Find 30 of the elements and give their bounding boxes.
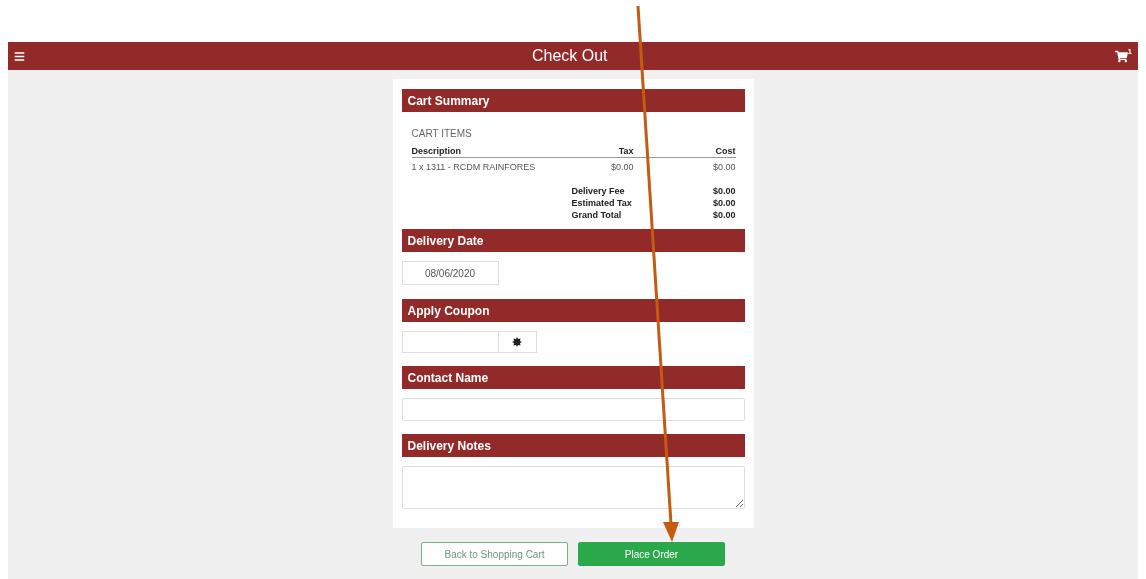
notes-field[interactable] (401, 466, 745, 509)
cart-icon[interactable] (1114, 49, 1128, 63)
starburst-icon (512, 337, 522, 347)
back-button[interactable]: Back to Shopping Cart (421, 542, 568, 566)
page-title: Check Out (531, 47, 608, 65)
place-order-button[interactable]: Place Order (578, 542, 725, 566)
total-value: $0.00 (711, 210, 736, 220)
total-label: Grand Total (571, 210, 623, 220)
section-heading: Contact Name (401, 366, 745, 389)
column-header: Description (411, 146, 574, 158)
table-cell-text: 1 x 1311 - RCDM RAINFORES (411, 161, 537, 172)
total-label: Delivery Fee (571, 186, 626, 196)
contact-name-field[interactable] (401, 398, 745, 421)
coupon-field[interactable] (401, 331, 499, 353)
section-heading: Delivery Notes (401, 434, 745, 457)
section-heading: Delivery Date (401, 229, 745, 252)
menu-icon[interactable] (14, 50, 25, 62)
cart-items-label: CART ITEMS (411, 128, 473, 139)
date-field[interactable]: 08/06/2020 (401, 261, 499, 285)
table-cell-text: $0.00 (609, 161, 634, 172)
cart-count: 1 (1127, 46, 1132, 56)
column-header: Cost (633, 146, 736, 158)
table-cell-text: $0.00 (711, 161, 736, 172)
total-value: $0.00 (711, 198, 736, 208)
section-heading: Apply Coupon (401, 299, 745, 322)
apply-coupon-button[interactable] (498, 331, 537, 353)
total-label: Estimated Tax (571, 198, 633, 208)
column-header: Tax (573, 146, 634, 158)
total-value: $0.00 (711, 186, 736, 196)
section-heading: Cart Summary (401, 89, 745, 112)
